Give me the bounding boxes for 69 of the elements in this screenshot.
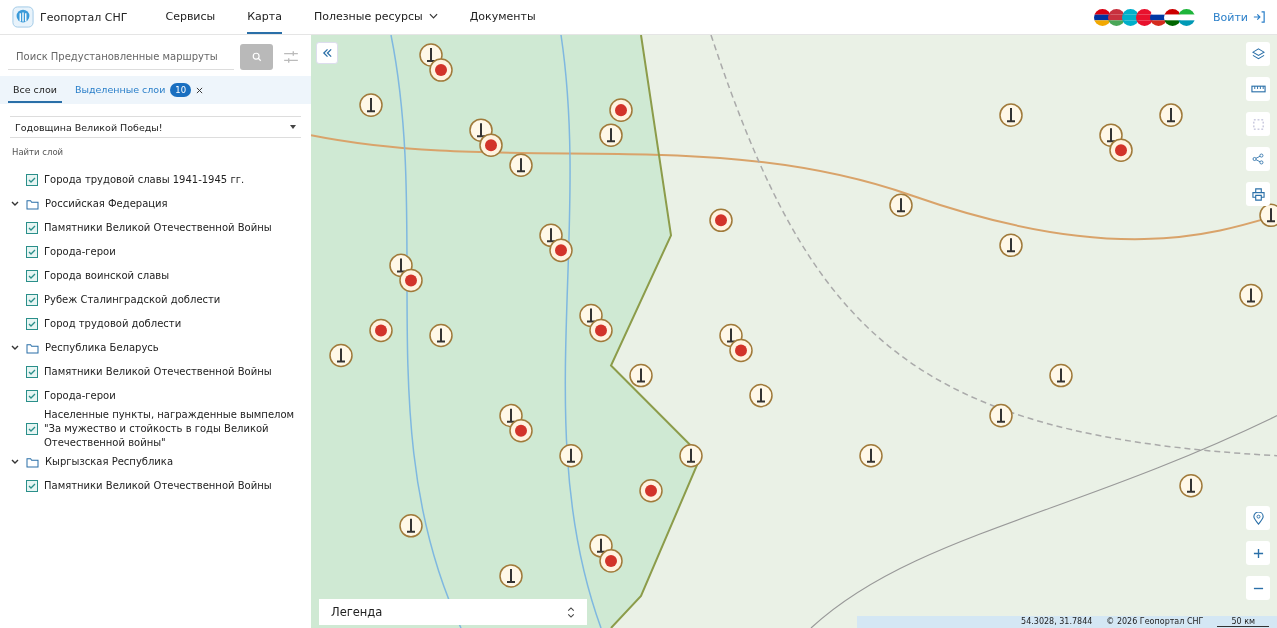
search-button[interactable] bbox=[240, 43, 273, 70]
nav-link[interactable]: Документы bbox=[469, 0, 536, 34]
map-background[interactable]: Легенда 54.3028, 31.7844 © 2026 Геопортал СНГ 50 км bbox=[311, 35, 1277, 628]
layer-label: Населенные пункты, награжденные вымпелом "За мужество и стойкость в годы Великой Отечественной войны" bbox=[44, 408, 296, 450]
folder-icon bbox=[26, 342, 39, 354]
share-icon bbox=[1252, 153, 1264, 165]
collapse-button[interactable] bbox=[316, 42, 338, 64]
checkbox[interactable] bbox=[26, 390, 38, 402]
checkbox[interactable] bbox=[26, 222, 38, 234]
layer-label: Город трудовой доблести bbox=[44, 317, 182, 331]
folder-icon bbox=[26, 198, 39, 210]
layer-tab[interactable]: Все слои bbox=[8, 77, 62, 103]
ruler-button[interactable] bbox=[1246, 77, 1270, 101]
checkbox[interactable] bbox=[26, 318, 38, 330]
folder-label: Республика Беларусь bbox=[45, 341, 159, 355]
count-badge: 10 bbox=[170, 83, 192, 97]
layer-label: Рубеж Сталинградской доблести bbox=[44, 293, 221, 307]
checkbox[interactable] bbox=[26, 480, 38, 492]
checkbox[interactable] bbox=[26, 294, 38, 306]
layers-icon bbox=[1251, 47, 1265, 61]
ruler-icon bbox=[1250, 84, 1266, 94]
checkbox[interactable] bbox=[26, 174, 38, 186]
folder-label: Кыргызская Республика bbox=[45, 455, 174, 469]
locate-button[interactable] bbox=[1246, 506, 1270, 530]
folder-label: Российская Федерация bbox=[45, 197, 168, 211]
double-chevron-left-icon bbox=[321, 48, 333, 58]
filter-icon[interactable] bbox=[283, 48, 299, 65]
search-icon bbox=[251, 51, 262, 62]
layer-label: Памятники Великой Отечественной Войны bbox=[44, 365, 272, 379]
nav-link[interactable]: Сервисы bbox=[165, 0, 216, 34]
layer-label: Города-герои bbox=[44, 389, 116, 403]
flag-icon[interactable] bbox=[1122, 8, 1139, 26]
area-select-icon bbox=[1251, 117, 1265, 131]
layer-label: Города трудовой славы 1941-1945 гг. bbox=[44, 173, 245, 187]
nav-link[interactable]: Полезные ресурсы bbox=[313, 0, 438, 34]
layers-button[interactable] bbox=[1246, 42, 1270, 66]
checkbox[interactable] bbox=[26, 423, 38, 435]
flag-icon[interactable] bbox=[1094, 8, 1111, 26]
layer-tab[interactable]: Выделенные слои bbox=[69, 77, 171, 103]
close-icon[interactable] bbox=[196, 86, 204, 94]
dropdown-icon bbox=[289, 124, 297, 130]
location-pin-icon bbox=[1251, 511, 1265, 525]
preset-select[interactable]: Годовщина Великой Победы! bbox=[10, 116, 301, 138]
legend-select[interactable]: Легенда bbox=[319, 599, 587, 625]
login-link[interactable]: Войти bbox=[1213, 10, 1265, 24]
checkbox[interactable] bbox=[26, 366, 38, 378]
logo-icon bbox=[12, 6, 34, 28]
plus-icon bbox=[1252, 547, 1264, 559]
scale-label: 50 км bbox=[1217, 617, 1269, 627]
share-button[interactable] bbox=[1246, 147, 1270, 171]
checkbox[interactable] bbox=[26, 270, 38, 282]
layer-label: Памятники Великой Отечественной Войны bbox=[44, 479, 272, 493]
print-button[interactable] bbox=[1246, 182, 1270, 206]
logo-text[interactable]: Геопортал СНГ bbox=[40, 10, 128, 24]
print-icon bbox=[1251, 187, 1265, 201]
coordinates-text: 54.3028, 31.7844 bbox=[1021, 617, 1093, 627]
flag-icon[interactable] bbox=[1164, 8, 1181, 26]
flag-icon[interactable] bbox=[1136, 8, 1153, 26]
sort-arrows-icon bbox=[567, 606, 575, 618]
login-icon bbox=[1253, 11, 1265, 23]
layer-label: Памятники Великой Отечественной Войны bbox=[44, 221, 272, 235]
flag-icon[interactable] bbox=[1108, 8, 1125, 26]
chevron-down-icon bbox=[428, 13, 438, 19]
zoom-in-button[interactable] bbox=[1246, 541, 1270, 565]
layer-label: Города воинской славы bbox=[44, 269, 170, 283]
checkbox[interactable] bbox=[26, 246, 38, 258]
layer-label: Города-герои bbox=[44, 245, 116, 259]
copyright-text: © 2026 Геопортал СНГ bbox=[1106, 617, 1204, 627]
folder-icon bbox=[26, 456, 39, 468]
